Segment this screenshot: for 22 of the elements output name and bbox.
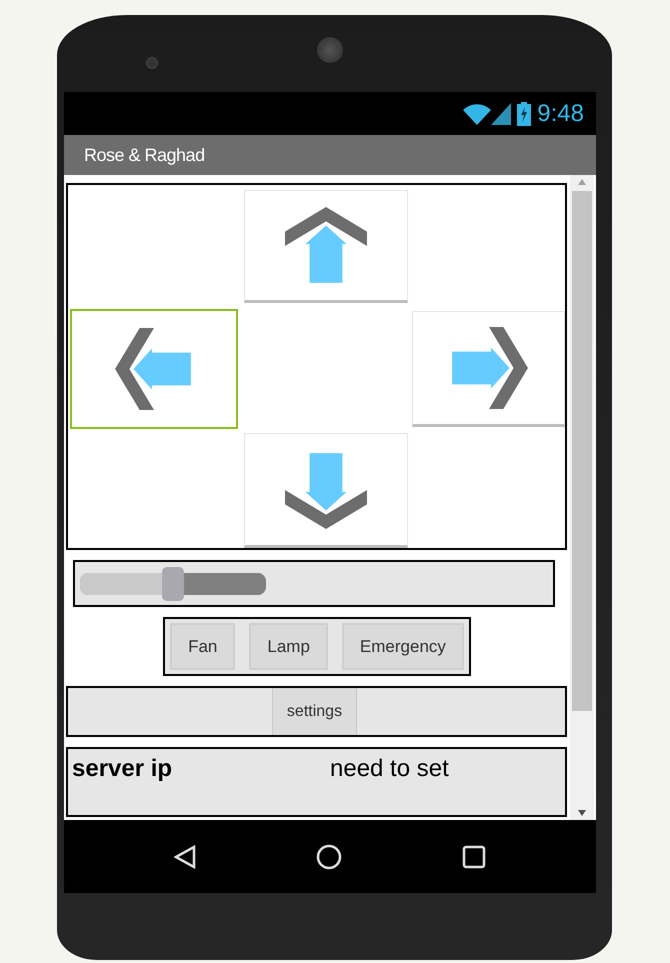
device-button[interactable]: Emergency bbox=[342, 623, 464, 670]
server-ip-value: need to set bbox=[330, 755, 449, 783]
settings-button[interactable]: settings bbox=[272, 688, 358, 735]
recents-icon[interactable] bbox=[462, 844, 486, 868]
camera-lens bbox=[146, 57, 158, 69]
right-arrow-button[interactable] bbox=[412, 311, 565, 427]
left-arrow-button[interactable] bbox=[70, 309, 238, 429]
scrollbar[interactable] bbox=[570, 175, 594, 820]
home-icon[interactable] bbox=[316, 844, 342, 870]
down-arrow-button[interactable] bbox=[244, 433, 408, 548]
wifi-icon bbox=[463, 102, 492, 124]
server-ip-label: server ip bbox=[72, 755, 174, 783]
signal-icon bbox=[491, 102, 512, 124]
up-arrow-button[interactable] bbox=[244, 190, 408, 303]
device-button[interactable]: Fan bbox=[170, 623, 236, 670]
clock-time: 9:48 bbox=[537, 100, 584, 128]
device-button[interactable]: Lamp bbox=[249, 623, 328, 670]
slider-thumb[interactable] bbox=[162, 566, 184, 600]
app-title: Rose & Raghad bbox=[84, 144, 205, 166]
back-icon[interactable] bbox=[174, 844, 196, 868]
earpiece-speaker bbox=[317, 36, 343, 62]
battery-icon bbox=[517, 102, 532, 126]
